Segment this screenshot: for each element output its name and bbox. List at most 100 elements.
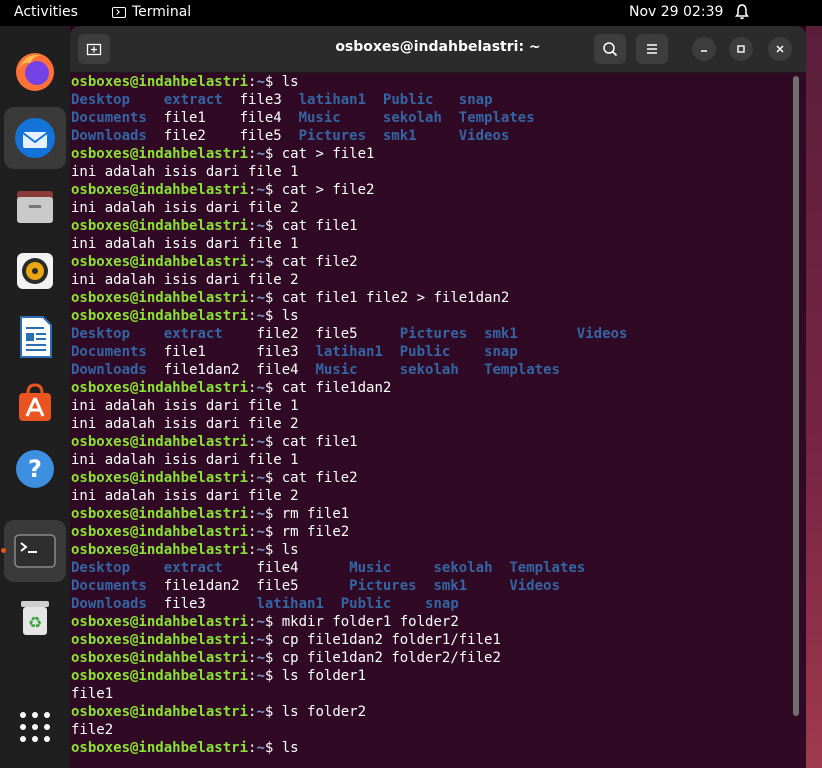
directory-entry: Public xyxy=(382,92,434,108)
help-icon: ? xyxy=(16,450,54,488)
prompt-path: ~ xyxy=(256,650,265,666)
activities-button[interactable]: Activities xyxy=(14,4,78,20)
file-entry: file1 file3 xyxy=(146,344,316,360)
prompt-path: ~ xyxy=(256,632,265,648)
close-button[interactable] xyxy=(768,37,792,61)
prompt-path: ~ xyxy=(256,218,265,234)
dock-rhythmbox[interactable] xyxy=(4,240,66,302)
firefox-icon xyxy=(16,53,54,91)
prompt-user-host: osboxes@indahbelastri xyxy=(71,74,249,90)
command-text: cat > file1 xyxy=(281,146,375,162)
terminal-line: file1 xyxy=(71,685,791,703)
prompt-dollar: $ xyxy=(264,182,282,198)
directory-entry: Documents xyxy=(71,344,147,360)
dock-software[interactable] xyxy=(4,372,66,434)
command-text: ls xyxy=(281,74,299,90)
output-text: ini adalah isis dari file 2 xyxy=(71,488,299,504)
dock-files[interactable] xyxy=(4,174,66,236)
file-entry: file4 xyxy=(222,560,350,576)
file-entry xyxy=(450,344,484,360)
prompt-dollar: $ xyxy=(264,614,282,630)
terminal-line: osboxes@indahbelastri:~$ cat > file2 xyxy=(71,181,791,199)
prompt-path: ~ xyxy=(256,146,265,162)
minimize-button[interactable] xyxy=(692,37,716,61)
terminal-line: ini adalah isis dari file 2 xyxy=(71,415,791,433)
terminal-line: osboxes@indahbelastri:~$ ls folder1 xyxy=(71,667,791,685)
dock-trash[interactable]: ♻ xyxy=(4,586,66,648)
svg-text:♻: ♻ xyxy=(28,613,42,632)
dock-help[interactable]: ? xyxy=(4,438,66,500)
running-indicator xyxy=(1,548,6,553)
command-text: cat file1 xyxy=(281,218,358,234)
file-entry xyxy=(130,92,164,108)
file-entry xyxy=(467,326,484,342)
dock-writer[interactable] xyxy=(4,306,66,368)
file-entry xyxy=(433,92,458,108)
command-text: cat file1 xyxy=(281,434,358,450)
menu-button[interactable] xyxy=(636,34,668,64)
command-text: ls folder2 xyxy=(281,704,367,720)
terminal-icon xyxy=(14,534,56,568)
terminal-line: Downloads file1dan2 file4 Music sekolah … xyxy=(71,361,791,379)
dock-thunderbird[interactable] xyxy=(4,107,66,169)
terminal-output[interactable]: osboxes@indahbelastri:~$ ls Desktop extra… xyxy=(71,73,791,768)
scrollbar[interactable] xyxy=(793,76,799,716)
prompt-user-host: osboxes@indahbelastri xyxy=(71,632,249,648)
dock: ? ♻ xyxy=(0,26,70,768)
terminal-line: ini adalah isis dari file 2 xyxy=(71,271,791,289)
directory-entry: Desktop xyxy=(71,92,131,108)
output-text: ini adalah isis dari file 1 xyxy=(71,236,299,252)
rhythmbox-icon xyxy=(17,253,53,289)
directory-entry: Videos xyxy=(576,326,628,342)
terminal-window: osboxes@indahbelastri: ~ osboxes@indahbe… xyxy=(70,26,806,768)
file-entry xyxy=(341,110,383,126)
prompt-dollar: $ xyxy=(264,506,282,522)
files-icon xyxy=(17,191,53,223)
command-text: rm file1 xyxy=(281,506,350,522)
bell-icon[interactable] xyxy=(733,3,751,21)
prompt-dollar: $ xyxy=(264,632,282,648)
terminal-line: osboxes@indahbelastri:~$ ls xyxy=(71,73,791,91)
prompt-user-host: osboxes@indahbelastri xyxy=(71,668,249,684)
prompt-path: ~ xyxy=(256,524,265,540)
terminal-line: osboxes@indahbelastri:~$ cp file1dan2 fo… xyxy=(71,631,791,649)
prompt-dollar: $ xyxy=(264,308,282,324)
directory-entry: Music xyxy=(349,560,392,576)
directory-entry: Documents xyxy=(71,110,147,126)
prompt-path: ~ xyxy=(256,470,265,486)
terminal-line: Downloads file3 latihan1 Public snap xyxy=(71,595,791,613)
dock-firefox[interactable] xyxy=(4,40,66,102)
search-icon xyxy=(603,42,618,57)
file-entry xyxy=(417,128,459,144)
directory-entry: latihan1 xyxy=(298,92,367,108)
terminal-line: osboxes@indahbelastri:~$ ls folder2 xyxy=(71,703,791,721)
app-grid-icon xyxy=(20,712,50,742)
directory-entry: Pictures xyxy=(298,128,367,144)
file-entry xyxy=(366,92,383,108)
terminal-line: osboxes@indahbelastri:~$ rm file2 xyxy=(71,523,791,541)
terminal-line: ini adalah isis dari file 1 xyxy=(71,397,791,415)
command-text: ls xyxy=(281,308,299,324)
prompt-user-host: osboxes@indahbelastri xyxy=(71,704,249,720)
dock-terminal[interactable] xyxy=(4,520,66,582)
prompt-path: ~ xyxy=(256,74,265,90)
command-text: ls folder1 xyxy=(281,668,367,684)
directory-entry: snap xyxy=(484,344,518,360)
directory-entry: smk1 xyxy=(484,326,518,342)
directory-entry: latihan1 xyxy=(315,344,383,360)
directory-entry: snap xyxy=(458,92,493,108)
file-entry xyxy=(324,596,341,612)
dock-show-apps[interactable] xyxy=(4,696,66,758)
file-entry xyxy=(130,326,164,342)
maximize-button[interactable] xyxy=(729,37,753,61)
search-button[interactable] xyxy=(594,34,626,64)
output-text: ini adalah isis dari file 1 xyxy=(71,398,299,414)
clock[interactable]: Nov 29 02:39 xyxy=(629,4,723,20)
prompt-user-host: osboxes@indahbelastri xyxy=(71,380,249,396)
title-bar[interactable]: osboxes@indahbelastri: ~ xyxy=(70,26,806,73)
prompt-dollar: $ xyxy=(264,290,282,306)
app-menu[interactable]: Terminal xyxy=(112,4,191,20)
command-text: mkdir folder1 folder2 xyxy=(281,614,459,630)
prompt-user-host: osboxes@indahbelastri xyxy=(71,740,249,756)
directory-entry: Pictures xyxy=(399,326,468,342)
